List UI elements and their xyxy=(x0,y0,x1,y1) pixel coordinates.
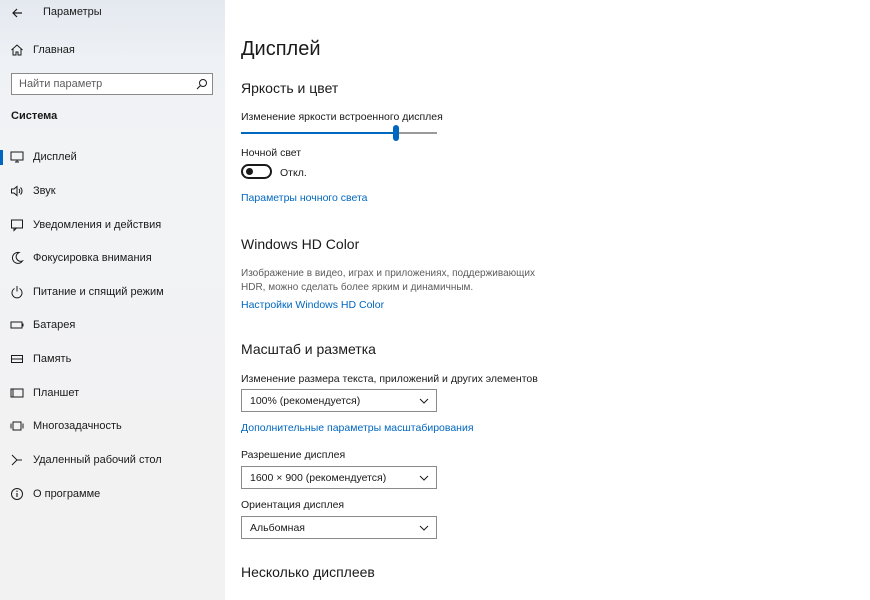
chevron-down-icon xyxy=(419,475,429,481)
home-icon xyxy=(11,44,23,56)
chevron-down-icon xyxy=(419,525,429,531)
arrow-left-icon xyxy=(12,8,22,18)
resolution-value: 1600 × 900 (рекомендуется) xyxy=(250,472,387,484)
slider-thumb[interactable] xyxy=(393,125,399,141)
sidebar-item-tablet[interactable]: Планшет xyxy=(0,379,225,407)
sidebar-item-label: Планшет xyxy=(33,387,80,399)
sidebar-item-multitasking[interactable]: Многозадачность xyxy=(0,412,225,440)
sidebar-item-label: Батарея xyxy=(33,319,76,331)
section-heading-scale: Масштаб и разметка xyxy=(241,341,376,357)
section-heading-brightness: Яркость и цвет xyxy=(241,80,339,96)
sidebar-item-label: Фокусировка внимания xyxy=(33,252,152,264)
sidebar-item-label: Питание и спящий режим xyxy=(33,286,164,298)
notification-icon xyxy=(11,219,23,232)
hdr-settings-link[interactable]: Настройки Windows HD Color xyxy=(241,299,384,311)
search-icon[interactable] xyxy=(196,78,208,90)
sidebar-item-sound[interactable]: Звук xyxy=(0,177,225,205)
sidebar-item-label: О программе xyxy=(33,488,101,500)
sidebar-item-label: Главная xyxy=(33,44,75,56)
night-light-settings-link[interactable]: Параметры ночного света xyxy=(241,192,368,204)
sidebar-item-label: Уведомления и действия xyxy=(33,219,162,231)
back-button[interactable] xyxy=(8,4,26,22)
night-light-label: Ночной свет xyxy=(241,147,302,159)
monitor-icon xyxy=(10,151,24,163)
storage-icon xyxy=(11,355,23,363)
orientation-dropdown[interactable]: Альбомная xyxy=(241,516,437,539)
sidebar-item-about[interactable]: О программе xyxy=(0,480,225,508)
tablet-icon xyxy=(10,388,24,398)
sidebar-item-display[interactable]: Дисплей xyxy=(0,143,225,171)
sidebar-section-title: Система xyxy=(11,110,58,122)
scale-dropdown[interactable]: 100% (рекомендуется) xyxy=(241,389,437,412)
slider-fill xyxy=(241,132,396,134)
sidebar-item-home[interactable]: Главная xyxy=(0,40,225,62)
app-title: Параметры xyxy=(43,6,102,18)
resolution-label: Разрешение дисплея xyxy=(241,449,346,461)
sidebar-item-label: Память xyxy=(33,353,72,365)
remote-desktop-icon xyxy=(11,454,22,466)
brightness-slider[interactable] xyxy=(241,125,437,141)
sidebar-item-label: Удаленный рабочий стол xyxy=(33,454,162,466)
battery-icon xyxy=(10,321,24,329)
speaker-icon xyxy=(11,185,23,197)
moon-icon xyxy=(11,251,24,264)
sidebar-item-power[interactable]: Питание и спящий режим xyxy=(0,278,225,306)
hdr-description: Изображение в видео, играх и приложениях… xyxy=(241,268,535,293)
sidebar-item-label: Многозадачность xyxy=(33,420,122,432)
title-bar: Параметры xyxy=(0,0,225,26)
orientation-value: Альбомная xyxy=(250,522,305,534)
sidebar-item-storage[interactable]: Память xyxy=(0,345,225,373)
info-icon xyxy=(11,488,23,500)
sidebar-item-focus-assist[interactable]: Фокусировка внимания xyxy=(0,244,225,272)
search-box xyxy=(11,73,213,95)
section-heading-multiple-displays: Несколько дисплеев xyxy=(241,564,375,580)
sidebar-item-remote-desktop[interactable]: Удаленный рабочий стол xyxy=(0,446,225,474)
section-heading-hdr: Windows HD Color xyxy=(241,236,360,252)
scale-label: Изменение размера текста, приложений и д… xyxy=(241,373,538,385)
power-icon xyxy=(11,286,23,299)
scale-value: 100% (рекомендуется) xyxy=(250,395,361,407)
sidebar-item-label: Звук xyxy=(33,185,56,197)
orientation-label: Ориентация дисплея xyxy=(241,499,345,511)
brightness-slider-label: Изменение яркости встроенного дисплея xyxy=(241,111,443,123)
night-light-state: Откл. xyxy=(280,167,307,179)
resolution-dropdown[interactable]: 1600 × 900 (рекомендуется) xyxy=(241,466,437,489)
chevron-down-icon xyxy=(419,398,429,404)
search-input[interactable] xyxy=(12,74,192,94)
multitasking-icon xyxy=(10,421,24,431)
sidebar-item-notifications[interactable]: Уведомления и действия xyxy=(0,211,225,239)
page-title: Дисплей xyxy=(241,38,321,60)
toggle-knob xyxy=(246,168,253,175)
advanced-scaling-link[interactable]: Дополнительные параметры масштабирования xyxy=(241,422,474,434)
sidebar-item-label: Дисплей xyxy=(33,151,77,163)
sidebar-item-battery[interactable]: Батарея xyxy=(0,311,225,339)
sidebar: Параметры Главная Система Дисплей Звук У… xyxy=(0,0,225,600)
main-content: Дисплей Яркость и цвет Изменение яркости… xyxy=(225,0,870,600)
night-light-toggle[interactable] xyxy=(241,164,272,179)
